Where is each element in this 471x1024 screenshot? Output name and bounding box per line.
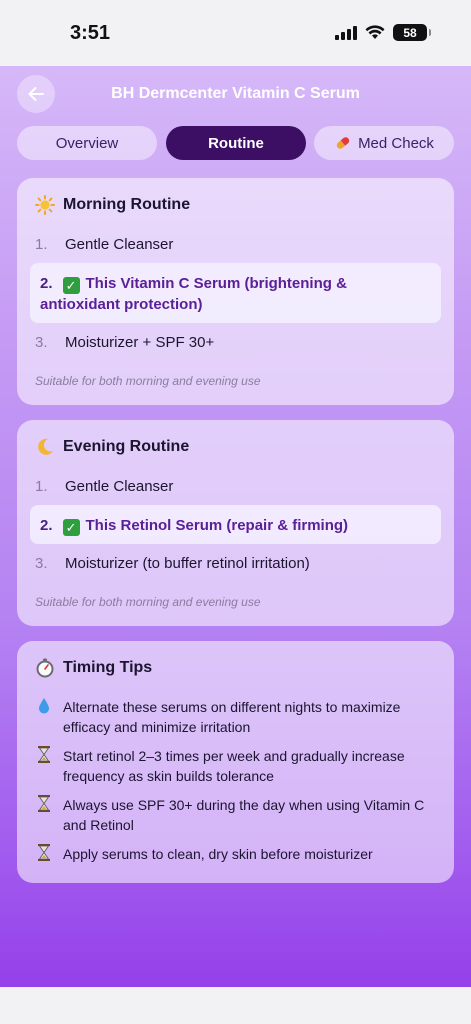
step-number: 1. bbox=[35, 236, 48, 253]
routine-note: Suitable for both morning and evening us… bbox=[35, 595, 261, 609]
routine-step: 3. Moisturizer + SPF 30+ bbox=[35, 334, 214, 351]
cellular-signal-icon bbox=[335, 25, 357, 40]
evening-routine-card: Evening Routine 1. Gentle Cleanser 2. ✓ Th… bbox=[17, 420, 454, 626]
step-number: 3. bbox=[35, 334, 48, 351]
check-mark-icon: ✓ bbox=[62, 277, 80, 294]
tab-label: Med Check bbox=[358, 134, 434, 152]
routine-note: Suitable for both morning and evening us… bbox=[35, 374, 261, 388]
tab-bar: Overview Routine Med Check bbox=[17, 126, 454, 160]
tip-text: Alternate these serums on different nigh… bbox=[63, 699, 401, 735]
step-number: 1. bbox=[35, 478, 48, 495]
card-title-text: Morning Routine bbox=[63, 196, 191, 213]
step-number: 2. bbox=[40, 275, 53, 292]
routine-step: 1. Gentle Cleanser bbox=[35, 478, 173, 495]
moon-icon bbox=[38, 438, 53, 455]
tab-med-check[interactable]: Med Check bbox=[314, 126, 454, 160]
routine-step-highlighted: 2. ✓ This Retinol Serum (repair & firming) bbox=[30, 505, 441, 544]
timing-tips-card: Timing Tips Alternate these serums on di… bbox=[17, 641, 454, 883]
app-screen: BH Dermcenter Vitamin C Serum Overview R… bbox=[0, 66, 471, 987]
routine-step: 3. Moisturizer (to buffer retinol irrita… bbox=[35, 555, 310, 572]
battery-level: 58 bbox=[403, 25, 417, 40]
page-title: BH Dermcenter Vitamin C Serum bbox=[111, 85, 360, 102]
tab-overview[interactable]: Overview bbox=[17, 126, 157, 160]
hourglass-icon bbox=[35, 844, 53, 867]
wifi-icon bbox=[365, 25, 385, 39]
routine-step-highlighted: 2. ✓ This Vitamin C Serum (brightening & a… bbox=[30, 263, 441, 323]
tip-item: Alternate these serums on different nigh… bbox=[35, 697, 435, 737]
step-text: Gentle Cleanser bbox=[65, 478, 174, 495]
tip-text: Start retinol 2–3 times per week and gra… bbox=[63, 748, 405, 784]
step-text: Gentle Cleanser bbox=[65, 236, 174, 253]
morning-routine-card: Morning Routine 1. Gentle Cleanser 2. ✓ Th… bbox=[17, 178, 454, 405]
status-time: 3:51 bbox=[70, 22, 111, 44]
hourglass-icon bbox=[35, 795, 53, 835]
step-text: Moisturizer + SPF 30+ bbox=[65, 334, 215, 351]
tab-label: Overview bbox=[55, 134, 119, 152]
card-title: Timing Tips bbox=[35, 658, 152, 678]
step-text: This Vitamin C Serum (brightening & anti… bbox=[40, 275, 347, 313]
card-title-text: Evening Routine bbox=[63, 438, 190, 455]
hourglass-icon bbox=[35, 746, 53, 786]
step-text: Moisturizer (to buffer retinol irritatio… bbox=[65, 555, 310, 572]
tab-routine[interactable]: Routine bbox=[166, 126, 306, 160]
step-number: 2. bbox=[40, 517, 53, 534]
routine-step: 1. Gentle Cleanser bbox=[35, 236, 173, 253]
tip-item: Always use SPF 30+ during the day when u… bbox=[35, 795, 435, 835]
tip-text: Apply serums to clean, dry skin before m… bbox=[63, 846, 373, 862]
step-text: This Retinol Serum (repair & firming) bbox=[85, 517, 349, 534]
header: BH Dermcenter Vitamin C Serum bbox=[0, 66, 471, 122]
status-icons: 58 bbox=[335, 24, 431, 41]
stopwatch-icon bbox=[36, 658, 54, 678]
bottom-bar bbox=[0, 987, 471, 1024]
tip-item: Apply serums to clean, dry skin before m… bbox=[35, 844, 435, 867]
check-mark-icon: ✓ bbox=[62, 519, 80, 536]
sun-icon bbox=[35, 195, 55, 215]
card-title: Morning Routine bbox=[35, 195, 190, 215]
status-bar: 3:51 58 bbox=[0, 0, 471, 66]
card-title: Evening Routine bbox=[35, 437, 189, 457]
pill-icon bbox=[336, 137, 350, 149]
step-number: 3. bbox=[35, 555, 48, 572]
tip-item: Start retinol 2–3 times per week and gra… bbox=[35, 746, 435, 786]
tip-text: Always use SPF 30+ during the day when u… bbox=[63, 797, 425, 833]
battery-icon: 58 bbox=[393, 24, 431, 41]
tab-label: Routine bbox=[208, 134, 264, 152]
card-title-text: Timing Tips bbox=[63, 659, 153, 676]
droplet-icon bbox=[35, 697, 53, 737]
